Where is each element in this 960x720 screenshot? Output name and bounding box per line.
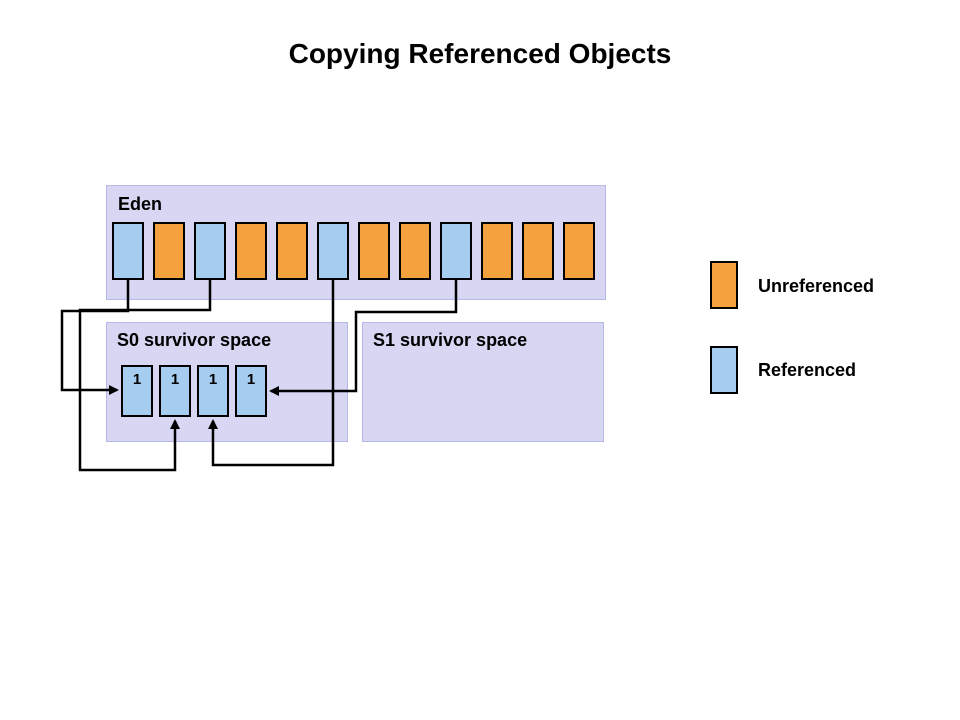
- eden-obj-11: [563, 222, 595, 280]
- legend-referenced-label: Referenced: [758, 360, 856, 381]
- s0-obj-1: 1: [159, 365, 191, 417]
- legend-unreferenced-label: Unreferenced: [758, 276, 874, 297]
- s0-obj-3: 1: [235, 365, 267, 417]
- eden-obj-5: [317, 222, 349, 280]
- s0-label: S0 survivor space: [117, 330, 271, 351]
- eden-obj-3: [235, 222, 267, 280]
- legend-unreferenced-swatch: [710, 261, 738, 309]
- eden-obj-6: [358, 222, 390, 280]
- eden-obj-8: [440, 222, 472, 280]
- s0-age-1: 1: [171, 371, 179, 388]
- eden-obj-10: [522, 222, 554, 280]
- eden-label: Eden: [118, 194, 162, 215]
- diagram-stage: Copying Referenced Objects Eden S0 survi…: [0, 0, 960, 720]
- diagram-title: Copying Referenced Objects: [0, 38, 960, 70]
- eden-obj-2: [194, 222, 226, 280]
- eden-obj-4: [276, 222, 308, 280]
- eden-obj-9: [481, 222, 513, 280]
- legend-referenced-swatch: [710, 346, 738, 394]
- eden-obj-0: [112, 222, 144, 280]
- eden-obj-7: [399, 222, 431, 280]
- s0-obj-0: 1: [121, 365, 153, 417]
- eden-obj-1: [153, 222, 185, 280]
- s0-age-0: 1: [133, 371, 141, 388]
- s1-label: S1 survivor space: [373, 330, 527, 351]
- s0-age-3: 1: [247, 371, 255, 388]
- s0-obj-2: 1: [197, 365, 229, 417]
- s0-age-2: 1: [209, 371, 217, 388]
